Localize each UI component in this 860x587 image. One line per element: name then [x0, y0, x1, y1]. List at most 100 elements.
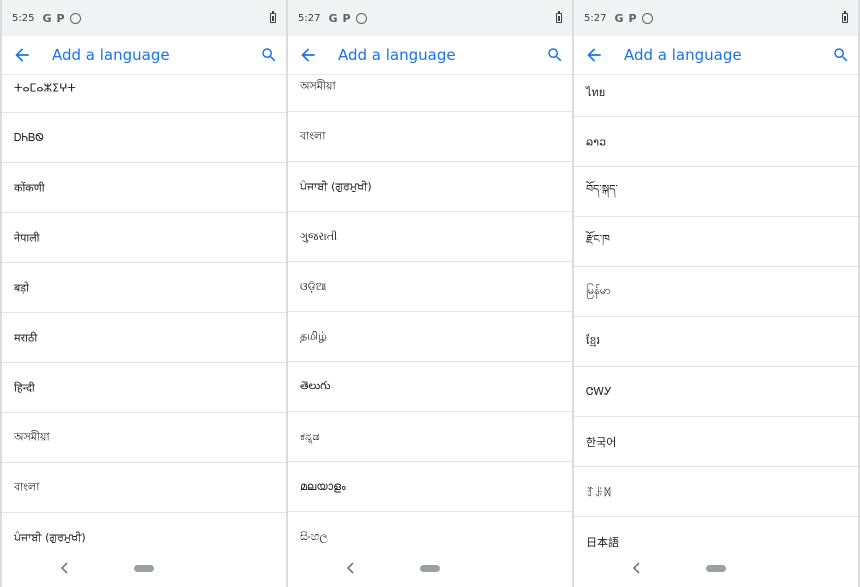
list-item[interactable]: ᏣᎳᎩ — [574, 367, 858, 417]
list-item[interactable]: ລາວ — [574, 117, 858, 167]
list-item[interactable]: 日本語 — [574, 517, 858, 553]
list-item[interactable]: བོད་སྐད་ — [574, 167, 858, 217]
language-label: বাংলা — [14, 480, 40, 493]
list-item[interactable]: हिन्दी — [2, 363, 286, 413]
language-label: සිංහල — [300, 529, 328, 543]
pocket-icon: P — [56, 11, 65, 25]
list-item[interactable]: बड़ो — [2, 263, 286, 313]
language-label: বাংলা — [300, 129, 326, 142]
home-pill[interactable] — [706, 565, 726, 572]
list-item[interactable]: ⵜⴰⵎⴰⵣⵉⵖⵜ — [2, 75, 286, 113]
language-label: བོད་སྐད་ — [586, 182, 618, 195]
language-label: ਪੰਜਾਬੀ (ਗੁਰਮੁਖੀ) — [300, 179, 372, 193]
screenshot-collage: 5:25 G P Add a language ⵜⴰⵎⴰⵣⵉⵖⵜ ᎠᏂᏴᏫ को… — [0, 0, 860, 587]
arrow-back-icon[interactable] — [584, 45, 604, 65]
language-label: 日本語 — [586, 535, 619, 549]
language-label: മലയാളം — [300, 479, 346, 493]
language-label: မြန်မာ — [586, 283, 611, 297]
search-icon[interactable] — [260, 46, 278, 64]
list-item[interactable]: ગુજરાતી — [288, 212, 572, 262]
list-item[interactable]: বাংলা — [288, 112, 572, 162]
language-label: தமிழ் — [300, 329, 327, 342]
status-bar: 5:27 G P — [574, 0, 858, 36]
list-item[interactable]: ไทย — [574, 75, 858, 117]
language-label: ไทย — [586, 85, 606, 99]
list-item[interactable]: नेपाली — [2, 213, 286, 263]
arrow-back-icon[interactable] — [298, 45, 318, 65]
home-pill[interactable] — [134, 565, 154, 572]
language-label: ગુજરાતી — [300, 229, 338, 243]
language-label: नेपाली — [14, 231, 40, 244]
language-label: कोंकणी — [14, 181, 45, 194]
home-pill[interactable] — [420, 565, 440, 572]
phone-screen-3: 5:27 G P Add a language ไทย ລາວ བོད་སྐད་… — [574, 0, 858, 587]
list-item[interactable]: தமிழ் — [288, 312, 572, 362]
phone-screen-1: 5:25 G P Add a language ⵜⴰⵎⴰⵣⵉⵖⵜ ᎠᏂᏴᏫ को… — [2, 0, 286, 587]
app-bar: Add a language — [574, 36, 858, 75]
language-label: ꆈꌠꉙ — [586, 486, 612, 499]
list-item[interactable]: कोंकणी — [2, 163, 286, 213]
status-time: 5:25 — [12, 12, 35, 24]
list-item[interactable]: မြန်မာ — [574, 267, 858, 317]
language-label: རྫོང་ཁ — [586, 232, 610, 245]
notification-icon — [355, 13, 367, 24]
language-label: অসমীয়া — [300, 79, 336, 92]
list-item[interactable]: རྫོང་ཁ — [574, 217, 858, 267]
language-label: ಕನ್ನಡ — [300, 429, 320, 443]
list-item[interactable]: অসমীয়া — [288, 75, 572, 112]
page-title: Add a language — [624, 46, 742, 64]
navigation-bar — [2, 553, 286, 587]
status-time: 5:27 — [298, 12, 321, 24]
list-item[interactable]: मराठी — [2, 313, 286, 363]
language-label: मराठी — [14, 331, 38, 344]
status-bar: 5:27 G P — [288, 0, 572, 36]
list-item[interactable]: ਪੰਜਾਬੀ (ਗੁਰਮੁਖੀ) — [288, 162, 572, 212]
list-item[interactable]: অসমীয়া — [2, 413, 286, 463]
list-item[interactable]: ខ្មែរ — [574, 317, 858, 367]
language-label: बड़ो — [14, 281, 30, 294]
language-label: ᏣᎳᎩ — [586, 384, 612, 398]
list-item[interactable]: বাংলা — [2, 463, 286, 513]
language-label: অসমীয়া — [14, 430, 50, 443]
google-icon: G — [614, 11, 624, 25]
list-item[interactable]: ଓଡ଼ିଆ — [288, 262, 572, 312]
language-label: ਪੰਜਾਬੀ (ਗੁਰਮੁਖੀ) — [14, 530, 86, 544]
status-time: 5:27 — [584, 12, 607, 24]
nav-back-icon[interactable] — [60, 562, 70, 574]
list-item[interactable]: తెలుగు — [288, 362, 572, 412]
list-item[interactable]: 한국어 — [574, 417, 858, 467]
battery-icon — [270, 11, 276, 23]
battery-icon — [842, 11, 848, 23]
page-title: Add a language — [338, 46, 456, 64]
language-label: ខ្មែរ — [586, 333, 600, 347]
search-icon[interactable] — [832, 46, 850, 64]
language-label: ଓଡ଼ିଆ — [300, 279, 327, 293]
arrow-back-icon[interactable] — [12, 45, 32, 65]
language-label: తెలుగు — [300, 378, 331, 392]
language-label: ⵜⴰⵎⴰⵣⵉⵖⵜ — [14, 81, 76, 94]
language-label: ᎠᏂᏴᏫ — [14, 130, 44, 144]
phone-screen-2: 5:27 G P Add a language অসমীয়া বাংলা ਪੰ… — [288, 0, 572, 587]
list-item[interactable]: ਪੰਜਾਬੀ (ਗੁਰਮੁਖੀ) — [2, 513, 286, 553]
notification-icon — [641, 13, 653, 24]
language-label: ລາວ — [586, 135, 607, 148]
list-item[interactable]: ꆈꌠꉙ — [574, 467, 858, 517]
language-label: हिन्दी — [14, 381, 35, 394]
list-item[interactable]: ಕನ್ನಡ — [288, 412, 572, 462]
nav-back-icon[interactable] — [632, 562, 642, 574]
navigation-bar — [288, 553, 572, 587]
list-item[interactable]: ᎠᏂᏴᏫ — [2, 113, 286, 163]
list-item[interactable]: മലയാളം — [288, 462, 572, 512]
app-bar: Add a language — [288, 36, 572, 75]
language-list: অসমীয়া বাংলা ਪੰਜਾਬੀ (ਗੁਰਮੁਖੀ) ગુજરાતી ଓ… — [288, 75, 572, 553]
nav-back-icon[interactable] — [346, 562, 356, 574]
battery-icon — [556, 11, 562, 23]
google-icon: G — [328, 11, 338, 25]
page-title: Add a language — [52, 46, 170, 64]
notification-icon — [69, 13, 81, 24]
navigation-bar — [574, 553, 858, 587]
language-label: 한국어 — [586, 435, 617, 449]
pocket-icon: P — [628, 11, 637, 25]
list-item[interactable]: සිංහල — [288, 512, 572, 553]
search-icon[interactable] — [546, 46, 564, 64]
